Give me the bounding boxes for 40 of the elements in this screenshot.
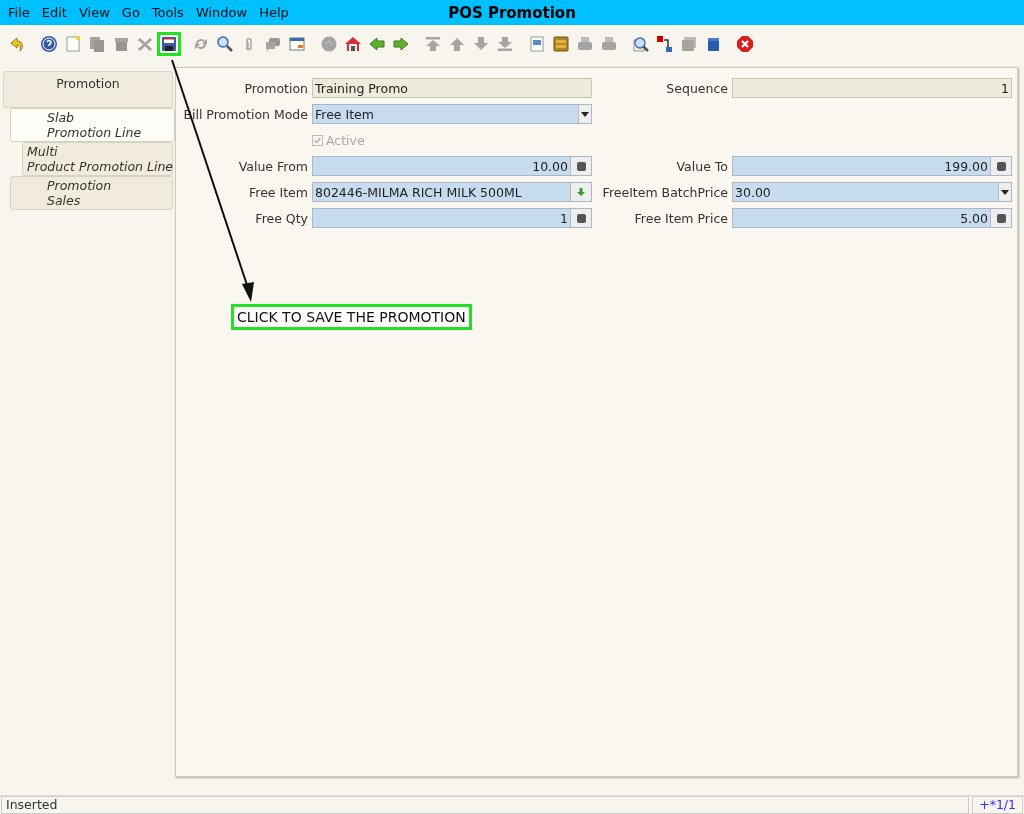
dropdown-caret-icon[interactable] xyxy=(578,105,591,123)
menu-item[interactable]: Help xyxy=(253,5,295,20)
field-label: Free Qty xyxy=(254,210,308,226)
window-title: POS Promotion xyxy=(448,3,576,22)
tab[interactable]: Multi Product Promotion Line xyxy=(22,142,173,176)
field-label: Free Item Price xyxy=(633,210,728,226)
menu-item[interactable]: Window xyxy=(189,5,254,20)
input-field[interactable]: Training Promo xyxy=(312,78,592,98)
calculator-icon[interactable] xyxy=(570,157,591,175)
input-field[interactable]: 10.00 xyxy=(312,156,592,176)
dropdown-caret-icon[interactable] xyxy=(998,183,1011,201)
menu-item[interactable]: Edit xyxy=(35,5,73,20)
checkbox-label: Active xyxy=(326,132,365,148)
save-icon[interactable] xyxy=(157,32,181,56)
menu-item[interactable]: View xyxy=(72,5,116,20)
field-label: Value From xyxy=(237,158,308,174)
field-label: Value To xyxy=(675,158,728,174)
calculator-icon[interactable] xyxy=(570,209,591,227)
field-label: FreeItem BatchPrice xyxy=(601,184,728,200)
menu-item[interactable]: Go xyxy=(115,5,146,20)
tab[interactable]: Promotion xyxy=(3,71,173,108)
menu-item[interactable]: Tools xyxy=(145,5,190,20)
input-field[interactable]: 802446-MILMA RICH MILK 500ML xyxy=(312,182,592,202)
field-label: Free Item xyxy=(248,184,308,200)
tab[interactable]: Promotion Sales xyxy=(10,176,173,210)
status-message: Inserted xyxy=(1,796,970,814)
input-field[interactable]: 199.00 xyxy=(732,156,1012,176)
record-indicator: +*1/1 xyxy=(972,796,1023,814)
input-field[interactable]: 5.00 xyxy=(732,208,1012,228)
field-label: Promotion xyxy=(243,80,308,96)
dropdown-field[interactable]: Free Item xyxy=(312,104,592,124)
calculator-icon[interactable] xyxy=(990,157,1011,175)
input-field[interactable]: 1 xyxy=(732,78,1012,98)
field-label: Sequence xyxy=(665,80,728,96)
menu-item[interactable]: File xyxy=(2,5,36,20)
dropdown-field[interactable]: 30.00 xyxy=(732,182,1012,202)
calculator-icon[interactable] xyxy=(990,209,1011,227)
callout-label: CLICK TO SAVE THE PROMOTION xyxy=(231,304,472,330)
tab[interactable]: Slab Promotion Line xyxy=(10,108,175,142)
input-field[interactable]: 1 xyxy=(312,208,592,228)
